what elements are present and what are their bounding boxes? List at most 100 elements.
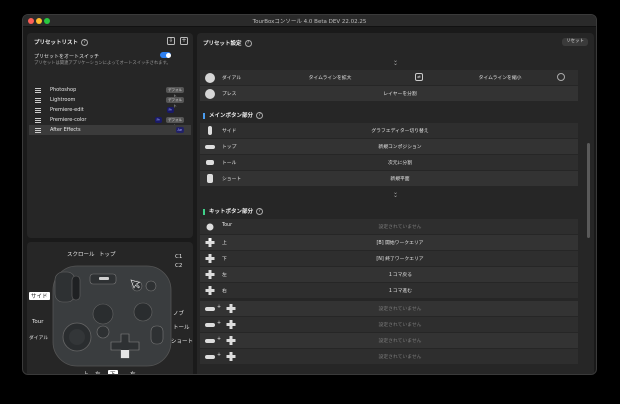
dpad-icon [226, 304, 236, 313]
settings-scrollbar[interactable] [587, 143, 590, 238]
main-row-side[interactable]: サイド グラフエディター切り替え [200, 123, 578, 138]
help-icon[interactable]: ? [81, 39, 89, 46]
label-down-selected: 下 [108, 370, 118, 374]
help-icon[interactable]: ? [256, 208, 264, 215]
main-row-top[interactable]: トップ 新規コンポジション [200, 139, 578, 154]
after-effects-app-badge: Ae [175, 127, 184, 133]
label-tour: Tour [32, 319, 44, 325]
preset-name: After Effects [50, 127, 81, 133]
label-right: 右 [130, 372, 136, 375]
main-row-tall[interactable]: トール 次元に分割 [200, 155, 578, 170]
label-knob: ノブ [173, 311, 185, 317]
collapse-chevron-icon[interactable]: ⌄ ⌄ [392, 190, 400, 199]
dpad-down-highlight [121, 350, 129, 358]
label-scroll: スクロール [67, 252, 95, 258]
preset-name: Lightroom [50, 97, 76, 103]
side-button-icon [205, 323, 215, 327]
dial-row[interactable]: ダイアル タイムラインを拡大 ⇄ タイムラインを縮小 [200, 70, 578, 85]
preset-item-after-effects[interactable]: After Effects Ae [29, 125, 191, 135]
preset-name: Premiere-color [50, 117, 87, 123]
preset-name: Premiere-edit [50, 107, 84, 113]
preset-item-premiere-color[interactable]: Premiere-color Pr デフォルト [29, 115, 191, 128]
label-short: ショート [171, 339, 194, 345]
preset-item-photoshop[interactable]: Photoshop デフォルト [29, 85, 191, 98]
c2-button[interactable] [145, 280, 157, 292]
side-button-icon [205, 355, 215, 359]
top-button-indicator [99, 277, 109, 280]
kit-row-down[interactable]: 下 [N] 終了ワークエリア [200, 251, 578, 266]
add-preset-button[interactable]: + [180, 37, 188, 45]
side-button-icon [205, 307, 215, 311]
label-dial: ダイアル [29, 336, 49, 341]
kit-row-tour[interactable]: Tour 設定されていません [200, 219, 578, 234]
label-side-selected[interactable]: サイド [29, 292, 50, 300]
gear-icon[interactable] [557, 73, 565, 81]
press-icon [205, 88, 215, 99]
help-icon[interactable]: ? [244, 40, 252, 47]
preset-settings-panel: プリセット設定? リセット ⌄ ⌄ ダイアル タイムラインを拡大 ⇄ タイムライン… [197, 33, 594, 374]
label-up: 上 [83, 372, 89, 375]
autoswitch-label: プリセットをオートスイッチ [34, 54, 100, 60]
side-button-icon [205, 339, 215, 343]
preset-list-title: プリセットリスト? [34, 38, 89, 46]
scroll-wheel[interactable] [71, 275, 81, 301]
press-row[interactable]: プレス レイヤーを分割 [200, 86, 578, 101]
kit-combo-row[interactable]: + 設定されていません [200, 301, 578, 316]
tall-button-icon [206, 160, 214, 165]
kit-row-left[interactable]: 左 １コマ戻る [200, 267, 578, 282]
kit-combo-row[interactable]: + 設定されていません [200, 333, 578, 348]
preset-list: Photoshop デフォルト Lightroom デフォルト Premiere… [29, 85, 191, 135]
dpad-right-icon [205, 286, 215, 295]
default-badge: デフォルト [166, 87, 184, 98]
knob[interactable] [92, 303, 114, 325]
autoswitch-toggle[interactable] [160, 52, 171, 58]
import-preset-button[interactable]: ⇩ [167, 37, 175, 45]
dpad-icon [226, 336, 236, 345]
drag-handle-icon[interactable] [35, 97, 41, 103]
kit-row-up[interactable]: 上 [B] 開始ワークエリア [200, 235, 578, 250]
reset-button[interactable]: リセット [562, 38, 588, 46]
help-icon[interactable]: ? [256, 112, 264, 119]
default-badge: デフォルト [166, 97, 184, 108]
label-c1: C1 [175, 254, 183, 260]
preset-item-lightroom[interactable]: Lightroom デフォルト [29, 95, 191, 108]
premiere-app-badge: Pr [166, 107, 174, 113]
title-bar: TourBoxコンソール 4.0 Beta DEV 22.02.25 [23, 15, 596, 27]
collapse-chevron-icon[interactable]: ⌄ ⌄ [392, 58, 400, 67]
drag-handle-icon[interactable] [35, 117, 41, 123]
tour-button-icon [206, 223, 214, 231]
autoswitch-description: プリセットは関連アプリケーションによってオートスイッチされます。 [34, 61, 171, 66]
dpad-icon [226, 352, 236, 361]
window-title: TourBoxコンソール 4.0 Beta DEV 22.02.25 [252, 19, 367, 25]
drag-handle-icon[interactable] [35, 127, 41, 133]
dpad-left-icon [205, 270, 215, 279]
main-section-title: メインボタン部分? [203, 111, 264, 119]
kit-combo-row[interactable]: + 設定されていません [200, 349, 578, 364]
short-button-icon [207, 174, 213, 183]
link-rotation-icon[interactable]: ⇄ [415, 73, 423, 81]
dpad-icon [226, 320, 236, 329]
label-c2: C2 [175, 263, 183, 269]
kit-combo-row[interactable]: + 設定されていません [200, 317, 578, 332]
device-diagram-panel: スクロール トップ C1 C2 サイド ノブ Tour トール ダイアル ショー… [27, 242, 194, 375]
main-row-short[interactable]: ショート 新規平面 [200, 171, 578, 186]
dpad-down-icon [205, 254, 215, 263]
tour-button[interactable] [96, 325, 110, 339]
app-window: TourBoxコンソール 4.0 Beta DEV 22.02.25 プリセット… [22, 14, 597, 375]
drag-handle-icon[interactable] [35, 87, 41, 93]
kit-section-title: キットボタン部分? [203, 207, 264, 215]
preset-item-premiere-edit[interactable]: Premiere-edit Pr [29, 105, 191, 115]
preset-name: Photoshop [50, 87, 77, 93]
short-button[interactable] [150, 325, 164, 345]
kit-row-right[interactable]: 右 １コマ進む [200, 283, 578, 298]
label-tall: トール [173, 325, 190, 331]
import-icon: ⇩ [168, 37, 174, 44]
tall-button[interactable] [133, 302, 153, 322]
drag-handle-icon[interactable] [35, 107, 41, 113]
label-left: 左 [95, 372, 101, 375]
preset-list-panel: プリセットリスト? ⇩ + プリセットをオートスイッチ プリセットは関連アプリケ… [27, 33, 193, 238]
default-badge: デフォルト [166, 117, 184, 128]
tourbox-device-illustration [52, 265, 172, 367]
dial-center [69, 329, 85, 345]
premiere-app-badge: Pr [154, 117, 162, 123]
